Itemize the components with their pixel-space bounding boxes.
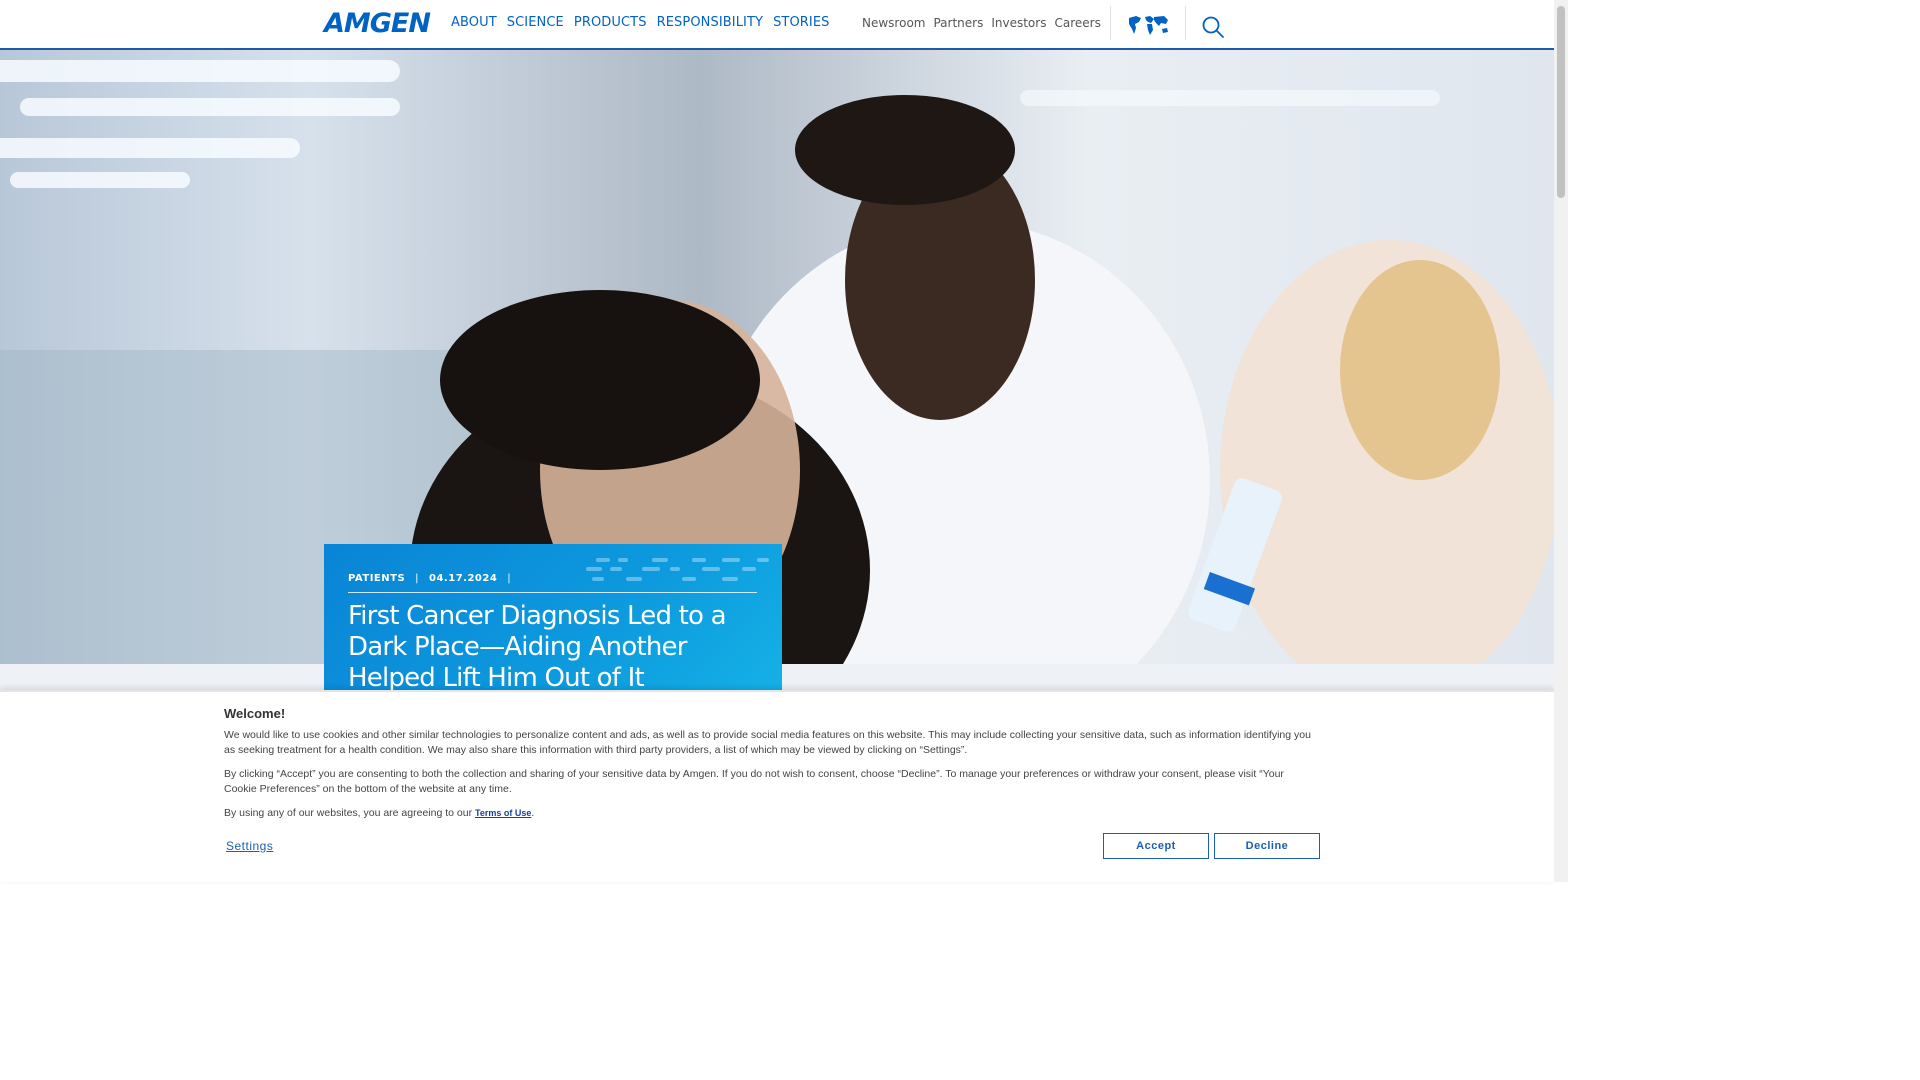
nav-responsibility[interactable]: RESPONSIBILITY (657, 15, 764, 30)
terms-prefix: By using any of our websites, you are ag… (224, 807, 473, 819)
accept-button[interactable]: Accept (1103, 833, 1209, 859)
nav-science[interactable]: SCIENCE (507, 15, 564, 30)
search-icon[interactable] (1201, 15, 1225, 39)
scrollbar-thumb[interactable] (1557, 6, 1565, 198)
cookie-paragraph: We would like to use cookies and other s… (224, 729, 1311, 756)
terms-suffix: . (531, 807, 535, 819)
nav-careers[interactable]: Careers (1054, 16, 1100, 30)
site-header: AMGEN ABOUT SCIENCE PRODUCTS RESPONSIBIL… (0, 0, 1554, 50)
page-scrollbar[interactable] (1554, 0, 1568, 882)
cookie-settings-link[interactable]: Settings (226, 839, 273, 853)
amgen-logo[interactable]: AMGEN (324, 10, 431, 38)
meta-separator: | (415, 573, 420, 584)
decline-button[interactable]: Decline (1214, 833, 1320, 859)
story-title: First Cancer Diagnosis Led to a Dark Pla… (348, 601, 727, 693)
nav-stories[interactable]: STORIES (773, 15, 829, 30)
cookie-paragraph: By clicking “Accept” you are consenting … (224, 768, 1284, 795)
utility-nav: Newsroom Partners Investors Careers (862, 16, 1109, 30)
cookie-terms-text: By using any of our websites, you are ag… (224, 806, 1314, 821)
story-date: 04.17.2024 (429, 573, 498, 584)
nav-partners[interactable]: Partners (933, 16, 983, 30)
terms-of-use-link[interactable]: Terms of Use (475, 808, 531, 818)
story-category[interactable]: PATIENTS (348, 573, 405, 584)
cookie-banner: Welcome! We would like to use cookies an… (0, 690, 1554, 882)
world-map-icon[interactable] (1126, 14, 1170, 36)
nav-about[interactable]: ABOUT (451, 15, 497, 30)
nav-products[interactable]: PRODUCTS (574, 15, 647, 30)
story-card[interactable]: PATIENTS | 04.17.2024 | First Cancer Dia… (324, 544, 782, 694)
divider (1185, 6, 1186, 40)
nav-investors[interactable]: Investors (991, 16, 1046, 30)
story-meta: PATIENTS | 04.17.2024 | (348, 573, 511, 584)
nav-newsroom[interactable]: Newsroom (862, 16, 925, 30)
main-nav: ABOUT SCIENCE PRODUCTS RESPONSIBILITY ST… (451, 15, 840, 30)
divider (1110, 6, 1111, 40)
meta-separator: | (507, 573, 512, 584)
cookie-heading: Welcome! (224, 706, 286, 721)
card-divider (348, 592, 757, 593)
decorative-dashes (586, 558, 769, 581)
